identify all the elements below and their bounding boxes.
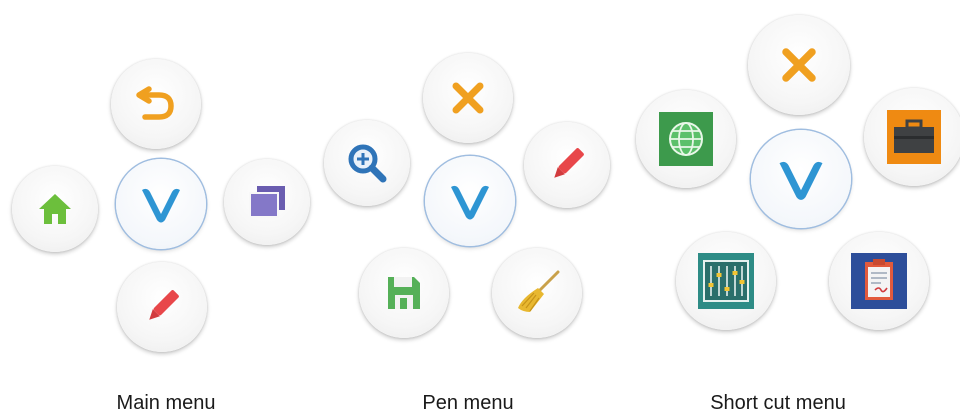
pen-menu-center-button[interactable] xyxy=(425,156,515,246)
globe-icon xyxy=(659,112,713,166)
close-button[interactable] xyxy=(423,53,513,143)
close-icon xyxy=(452,82,484,114)
home-button[interactable] xyxy=(12,166,98,252)
pen-menu-label: Pen menu xyxy=(422,392,514,414)
save-icon xyxy=(388,277,420,309)
clipboard-button[interactable] xyxy=(829,232,929,330)
zoom-in-icon xyxy=(348,144,387,183)
pen-button[interactable] xyxy=(117,262,207,352)
windows-icon xyxy=(249,186,285,218)
main-menu-label: Main menu xyxy=(116,392,216,414)
save-button[interactable] xyxy=(359,248,449,338)
briefcase-icon xyxy=(887,110,941,164)
internet-button[interactable] xyxy=(636,90,736,188)
v-logo-icon xyxy=(451,185,489,220)
v-logo-icon xyxy=(142,188,180,223)
shortcut-center-button[interactable] xyxy=(751,130,851,228)
undo-icon xyxy=(136,86,174,120)
pen-icon xyxy=(554,148,584,178)
undo-button[interactable] xyxy=(111,59,201,149)
broom-button[interactable] xyxy=(492,248,582,338)
shortcut-menu-label: Short cut menu xyxy=(710,392,846,414)
v-logo-icon xyxy=(779,161,823,200)
home-icon xyxy=(39,194,71,224)
pen-button[interactable] xyxy=(524,122,610,208)
windows-button[interactable] xyxy=(224,159,310,245)
close-icon xyxy=(782,48,816,82)
settings-button[interactable] xyxy=(676,232,776,330)
equalizer-icon xyxy=(698,253,754,309)
shortcut-close-button[interactable] xyxy=(748,15,850,115)
broom-icon xyxy=(518,270,560,312)
pen-icon xyxy=(149,290,179,320)
clipboard-icon xyxy=(851,253,907,309)
main-menu-center-button[interactable] xyxy=(116,159,206,249)
briefcase-button[interactable] xyxy=(864,88,960,186)
zoom-in-button[interactable] xyxy=(324,120,410,206)
